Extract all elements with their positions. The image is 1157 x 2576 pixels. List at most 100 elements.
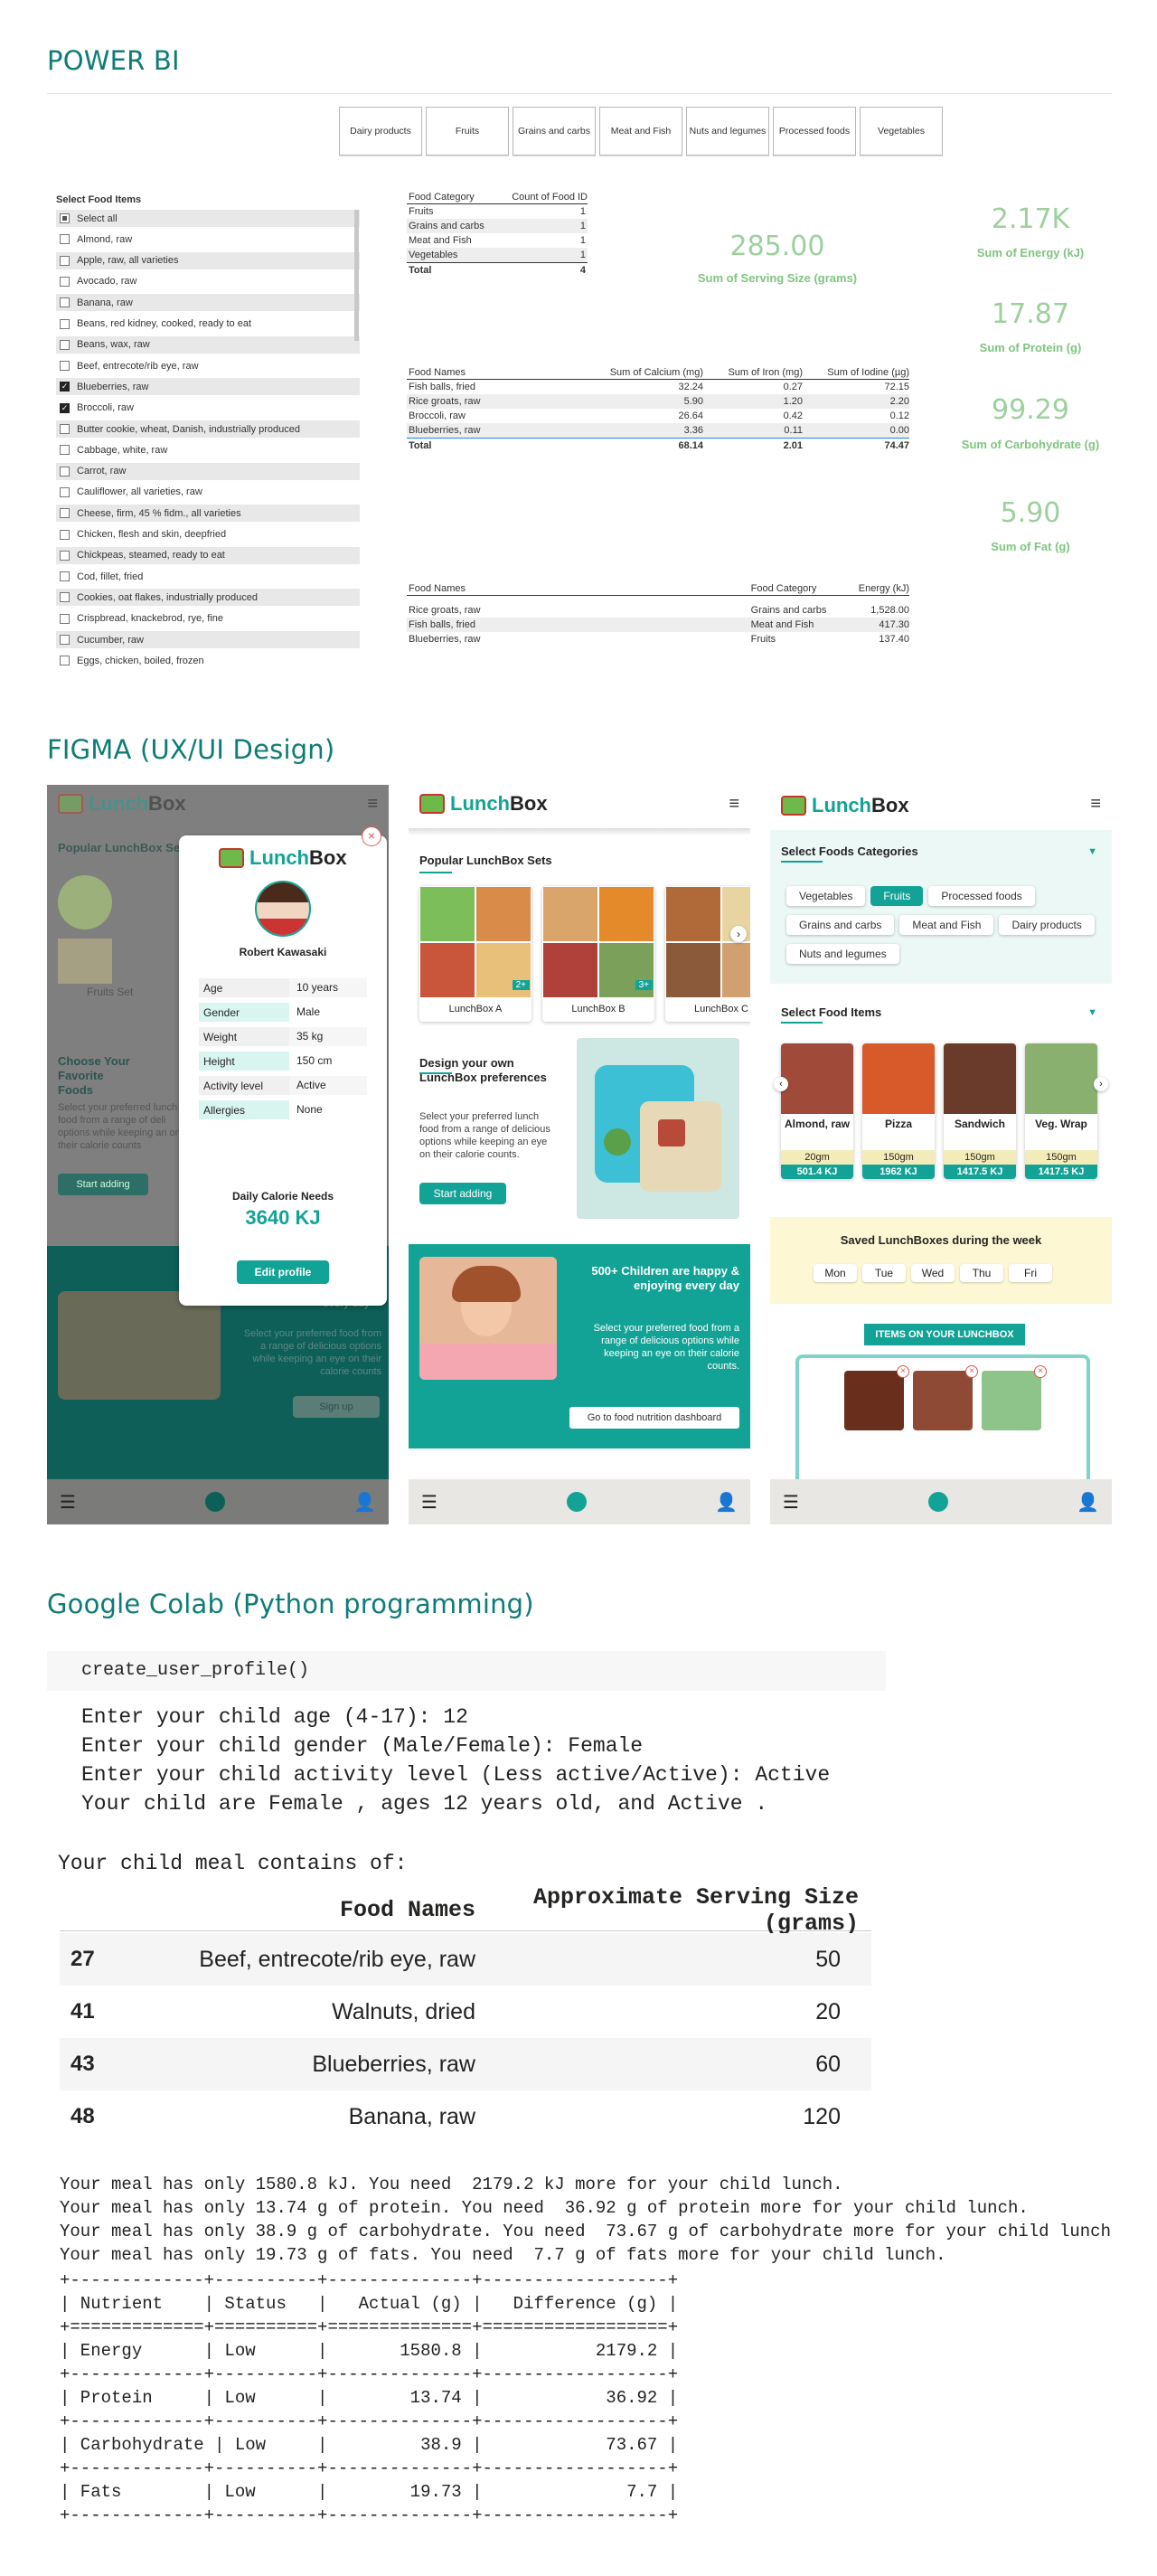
checkbox-icon[interactable] [60,424,70,434]
slicer-item[interactable]: Avocado, raw [56,273,360,290]
chevron-left-icon[interactable]: ‹ [774,1077,788,1091]
checkbox-icon[interactable] [60,613,70,624]
slicer-item[interactable]: Select all [56,210,360,227]
day-button[interactable]: Thu [960,1264,1003,1282]
slicer-item[interactable]: Crispbread, knackebrod, rye, fine [56,610,360,627]
checkbox-icon[interactable] [60,276,70,287]
list-icon[interactable]: ☰ [783,1491,799,1514]
category-pill[interactable]: Fruits [870,886,924,906]
slicer-scrollbar[interactable] [354,210,359,341]
category-button[interactable]: Grains and carbs [513,107,596,156]
checkbox-icon[interactable] [60,550,70,561]
column-header[interactable]: Sum of Iodine (µg) [803,367,909,378]
user-icon[interactable]: 👤 [1077,1491,1099,1514]
slicer-item[interactable]: Cod, fillet, fried [56,568,360,585]
slicer-item[interactable]: Beans, wax, raw [56,335,360,354]
checkbox-icon[interactable] [60,213,70,223]
category-pill[interactable]: Meat and Fish [899,915,994,935]
checkbox-icon[interactable]: ✓ [60,382,70,392]
home-icon[interactable] [927,1492,948,1512]
day-button[interactable]: Mon [814,1264,857,1282]
category-pill[interactable]: Dairy products [999,915,1095,935]
column-header[interactable]: Food Names [409,367,595,378]
slicer-item[interactable]: Almond, raw [56,231,360,248]
slicer-item[interactable]: Cookies, oat flakes, industrially produc… [56,589,360,607]
checkbox-icon[interactable] [60,656,70,666]
checkbox-icon[interactable]: ✓ [60,402,70,413]
slicer-item[interactable]: Banana, raw [56,294,360,312]
category-pill[interactable]: Nuts and legumes [786,944,899,964]
start-adding-button[interactable]: Start adding [419,1183,506,1204]
slicer-item[interactable]: Cabbage, white, raw [56,441,360,458]
column-header[interactable]: Energy (kJ) [841,583,909,594]
day-button[interactable]: Tue [862,1264,906,1282]
category-button[interactable]: Processed foods [773,107,856,156]
lunchbox-set-card[interactable]: LunchBox C [665,886,750,1022]
column-header[interactable]: Food Category [751,583,842,594]
home-icon[interactable] [204,1492,225,1512]
slicer-item[interactable]: Carrot, raw [56,462,360,480]
category-button[interactable]: Nuts and legumes [686,107,769,156]
slicer-item[interactable]: Chickpeas, steamed, ready to eat [56,546,360,564]
menu-icon[interactable]: ≡ [729,794,739,815]
slicer-item[interactable]: Chicken, flesh and skin, deepfried [56,526,360,543]
checkbox-icon[interactable] [60,445,70,456]
remove-icon[interactable]: × [965,1365,978,1378]
chevron-down-icon[interactable]: ▼ [1087,1007,1097,1018]
menu-icon[interactable]: ≡ [367,794,378,815]
checkbox-icon[interactable] [60,297,70,308]
food-item-card[interactable]: Veg. Wrap 150gm 1417.5 KJ [1025,1043,1097,1179]
home-icon[interactable] [566,1492,587,1512]
category-pill[interactable]: Vegetables [786,886,866,906]
checkbox-icon[interactable] [60,529,70,540]
close-icon[interactable]: × [362,826,381,846]
column-header[interactable]: Sum of Calcium (mg) [595,367,703,378]
checkbox-icon[interactable] [60,361,70,372]
category-pill[interactable]: Processed foods [928,886,1035,906]
slicer-item[interactable]: Eggs, chicken, boiled, frozen [56,652,360,669]
user-icon[interactable]: 👤 [715,1491,738,1514]
slicer-item[interactable]: ✓ Broccoli, raw [56,400,360,417]
chevron-right-icon[interactable]: › [730,926,747,942]
checkbox-icon[interactable] [60,466,70,477]
remove-icon[interactable]: × [1034,1365,1047,1378]
slicer-item[interactable]: Beef, entrecote/rib eye, raw [56,357,360,374]
checkbox-icon[interactable] [60,318,70,329]
lunchbox-set-card[interactable]: 2+ LunchBox A [419,886,531,1022]
lunchbox-set-card[interactable]: 3+ LunchBox B [542,886,654,1022]
checkbox-icon[interactable] [60,486,70,497]
slicer-item[interactable]: Apple, raw, all varieties [56,251,360,269]
slicer-item[interactable]: Cheese, firm, 45 % fidm., all varieties [56,505,360,523]
code-input[interactable]: create_user_profile() [81,1660,309,1681]
checkbox-icon[interactable] [60,508,70,519]
remove-icon[interactable]: × [897,1365,909,1378]
food-item-card[interactable]: Pizza 150gm 1962 KJ [862,1043,935,1179]
food-item-card[interactable]: Sandwich 150gm 1417.5 KJ [944,1043,1016,1179]
checkbox-icon[interactable] [60,339,70,350]
checkbox-icon[interactable] [60,635,70,645]
slicer-item[interactable]: Beans, red kidney, cooked, ready to eat [56,316,360,333]
checkbox-icon[interactable] [60,255,70,266]
category-button[interactable]: Dairy products [339,107,422,156]
slicer-item[interactable]: Cucumber, raw [56,631,360,648]
column-header[interactable]: Count of Food ID [512,192,588,203]
list-icon[interactable]: ☰ [421,1491,437,1514]
checkbox-icon[interactable] [60,571,70,582]
nutrition-dashboard-button[interactable]: Go to food nutrition dashboard [569,1407,739,1429]
day-button[interactable]: Fri [1009,1264,1052,1282]
category-button[interactable]: Fruits [426,107,509,156]
menu-icon[interactable]: ≡ [1090,794,1101,815]
list-icon[interactable]: ☰ [60,1491,76,1514]
user-icon[interactable]: 👤 [353,1491,376,1514]
category-button[interactable]: Meat and Fish [599,107,682,156]
category-pill[interactable]: Grains and carbs [786,915,895,935]
chevron-down-icon[interactable]: ▼ [1087,846,1097,857]
slicer-item[interactable]: Butter cookie, wheat, Danish, industrial… [56,420,360,438]
slicer-item[interactable]: Cauliflower, all varieties, raw [56,484,360,501]
checkbox-icon[interactable] [60,234,70,245]
checkbox-icon[interactable] [60,592,70,603]
column-header[interactable]: Food Names [409,583,751,594]
slicer-item[interactable]: ✓ Blueberries, raw [56,378,360,396]
chevron-right-icon[interactable]: › [1094,1077,1108,1091]
column-header[interactable]: Food Category [409,192,475,203]
